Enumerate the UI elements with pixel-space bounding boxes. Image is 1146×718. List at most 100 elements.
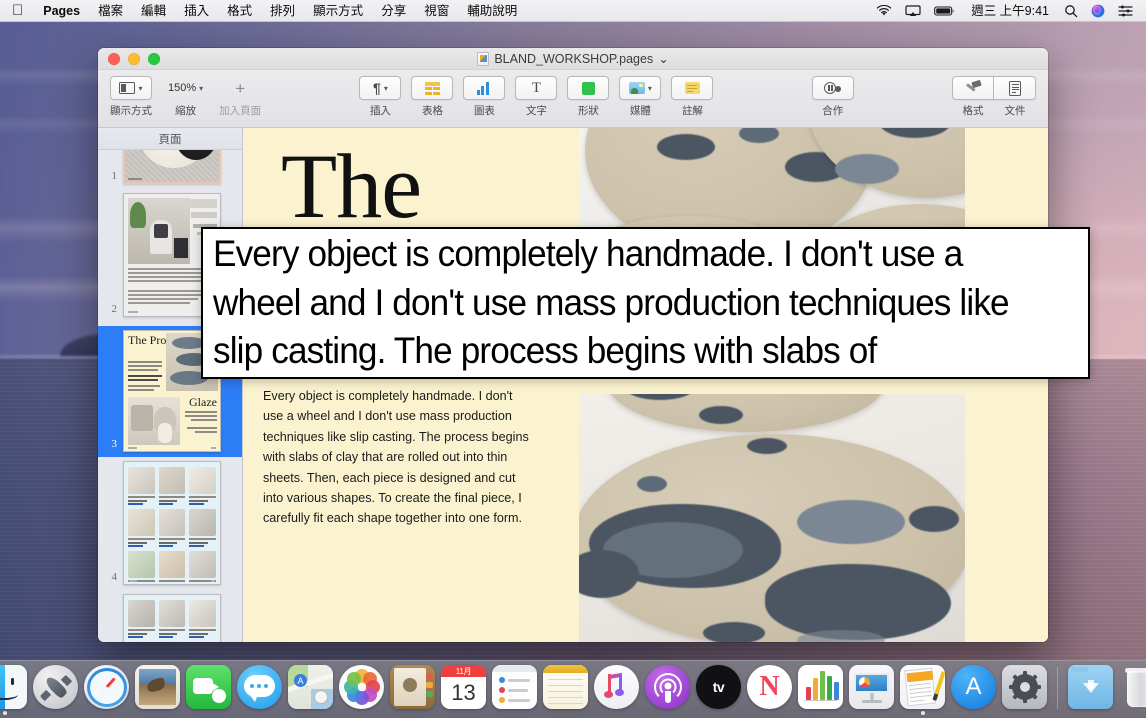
- toolbar-left-group: ▾ 顯示方式 150% ▾ 縮放 + 加入頁面: [110, 76, 261, 118]
- toolbar-shape-label: 形狀: [578, 103, 599, 118]
- page-thumbnail-4[interactable]: 4: [98, 461, 242, 594]
- airplay-icon[interactable]: [900, 0, 926, 22]
- document-canvas[interactable]: The: [243, 128, 1048, 642]
- toolbar-document-panel[interactable]: 文件: [994, 76, 1036, 118]
- dock-item-notes[interactable]: [542, 665, 589, 715]
- dock-item-finder[interactable]: [0, 665, 28, 715]
- system-preferences-icon: [1002, 665, 1047, 709]
- news-icon: N: [747, 665, 792, 709]
- dock-item-trash[interactable]: [1118, 665, 1146, 715]
- document-photo-bottom[interactable]: [579, 394, 965, 642]
- notes-icon: [543, 665, 588, 709]
- chevron-down-icon[interactable]: ⌄: [658, 51, 668, 66]
- dock-item-launchpad[interactable]: [32, 665, 79, 715]
- toolbar-comment[interactable]: 註解: [671, 76, 713, 118]
- page-thumbnail-1[interactable]: 1: [98, 150, 242, 193]
- menu-bar:  Pages 檔案 編輯 插入 格式 排列 顯示方式 分享 視窗 輔助說明 週…: [0, 0, 1146, 22]
- dock-item-music[interactable]: [593, 665, 640, 715]
- toolbar-chart[interactable]: 圖表: [463, 76, 505, 118]
- menu-app-name[interactable]: Pages: [34, 0, 89, 22]
- menu-item-window[interactable]: 視窗: [415, 0, 458, 22]
- thumbnail-image[interactable]: [123, 461, 221, 585]
- dock-item-keynote[interactable]: [848, 665, 895, 715]
- finder-icon: [0, 665, 27, 709]
- toolbar-zoom-level[interactable]: 150% ▾ 縮放: [162, 76, 209, 118]
- window-titlebar[interactable]: BLAND_WORKSHOP.pages ⌄: [98, 48, 1048, 70]
- thumbnail-image[interactable]: [123, 150, 221, 184]
- dock-item-podcasts[interactable]: [644, 665, 691, 715]
- launchpad-icon: [33, 665, 78, 709]
- wifi-icon[interactable]: [871, 0, 897, 22]
- page-thumbnail-5[interactable]: 5: [98, 594, 242, 642]
- toolbar-media-label: 媒體: [630, 103, 651, 118]
- window-title: BLAND_WORKSHOP.pages ⌄: [98, 51, 1048, 66]
- window-body: 頁面 1 2: [98, 128, 1048, 642]
- page-heading[interactable]: The: [281, 140, 421, 232]
- document-body-text[interactable]: Every object is completely handmade. I d…: [263, 386, 535, 529]
- toolbar-collaborate-label: 合作: [822, 103, 843, 118]
- toolbar-table[interactable]: 表格: [411, 76, 453, 118]
- dock-item-safari[interactable]: [83, 665, 130, 715]
- keynote-icon: [849, 665, 894, 709]
- menu-item-share[interactable]: 分享: [372, 0, 415, 22]
- sidebar-header: 頁面: [98, 128, 242, 150]
- thumbnail-number: 2: [104, 303, 117, 317]
- battery-icon[interactable]: [929, 0, 961, 22]
- siri-icon[interactable]: [1086, 0, 1110, 22]
- dock-item-calendar[interactable]: 11月 13: [440, 665, 487, 715]
- dock-item-maps[interactable]: A: [287, 665, 334, 715]
- dock-item-numbers[interactable]: [797, 665, 844, 715]
- window-title-text[interactable]: BLAND_WORKSHOP.pages: [494, 52, 653, 66]
- control-center-icon[interactable]: [1113, 0, 1138, 22]
- dock-item-pages[interactable]: [899, 665, 946, 715]
- toolbar-comment-label: 註解: [682, 103, 703, 118]
- dock-item-contacts[interactable]: [389, 665, 436, 715]
- downloads-folder-icon: [1068, 665, 1113, 709]
- dock-item-system-preferences[interactable]: [1001, 665, 1048, 715]
- menu-item-file[interactable]: 檔案: [89, 0, 132, 22]
- dock-item-reminders[interactable]: [491, 665, 538, 715]
- dock-item-downloads[interactable]: [1067, 665, 1114, 715]
- pages-document-icon: [477, 52, 489, 66]
- thumbnail-number: 1: [104, 170, 117, 184]
- menu-bar-status: 週三 上午9:41: [871, 0, 1146, 21]
- menu-item-insert[interactable]: 插入: [175, 0, 218, 22]
- toolbar-shape[interactable]: 形狀: [567, 76, 609, 118]
- comment-icon: [685, 82, 700, 94]
- menu-item-format[interactable]: 格式: [218, 0, 261, 22]
- toolbar-table-label: 表格: [422, 103, 443, 118]
- toolbar-document-label: 文件: [1005, 103, 1026, 118]
- pages-icon: [900, 665, 945, 709]
- dock-item-apple-tv[interactable]: tv: [695, 665, 742, 715]
- toolbar-add-page[interactable]: + 加入頁面: [219, 76, 261, 118]
- messages-icon: [237, 665, 282, 709]
- toolbar-insert[interactable]: ¶ ▾ 插入: [359, 76, 401, 118]
- menu-clock[interactable]: 週三 上午9:41: [964, 0, 1056, 22]
- dock-item-facetime[interactable]: [185, 665, 232, 715]
- dock-item-photos[interactable]: [338, 665, 385, 715]
- dock-item-messages[interactable]: [236, 665, 283, 715]
- toolbar-view-options[interactable]: ▾ 顯示方式: [110, 76, 152, 118]
- dock-item-app-store[interactable]: A: [950, 665, 997, 715]
- menu-item-view[interactable]: 顯示方式: [304, 0, 372, 22]
- toolbar-chart-label: 圖表: [474, 103, 495, 118]
- spotlight-search-icon[interactable]: [1059, 0, 1083, 22]
- toolbar-text[interactable]: T 文字: [515, 76, 557, 118]
- document-page[interactable]: The: [243, 128, 1048, 642]
- facetime-icon: [186, 665, 231, 709]
- window-toolbar: ▾ 顯示方式 150% ▾ 縮放 + 加入頁面: [98, 70, 1048, 128]
- toolbar-collaborate[interactable]: 合作: [812, 76, 854, 118]
- toolbar-format-panel[interactable]: 格式: [952, 76, 994, 118]
- shape-icon: [582, 82, 595, 95]
- menu-item-arrange[interactable]: 排列: [261, 0, 304, 22]
- thumbnail-image[interactable]: [123, 594, 221, 642]
- callout-text: Every object is completely handmade. I d…: [213, 230, 1035, 375]
- toolbar-media[interactable]: ▾ 媒體: [619, 76, 661, 118]
- apple-logo-icon[interactable]: : [0, 0, 34, 22]
- menu-item-help[interactable]: 輔助說明: [458, 0, 526, 22]
- dock-item-mail[interactable]: [134, 665, 181, 715]
- menu-item-edit[interactable]: 編輯: [132, 0, 175, 22]
- dock-item-news[interactable]: N: [746, 665, 793, 715]
- sidebar-scroll[interactable]: 1 2: [98, 150, 242, 642]
- paragraph-icon: ¶: [373, 80, 381, 96]
